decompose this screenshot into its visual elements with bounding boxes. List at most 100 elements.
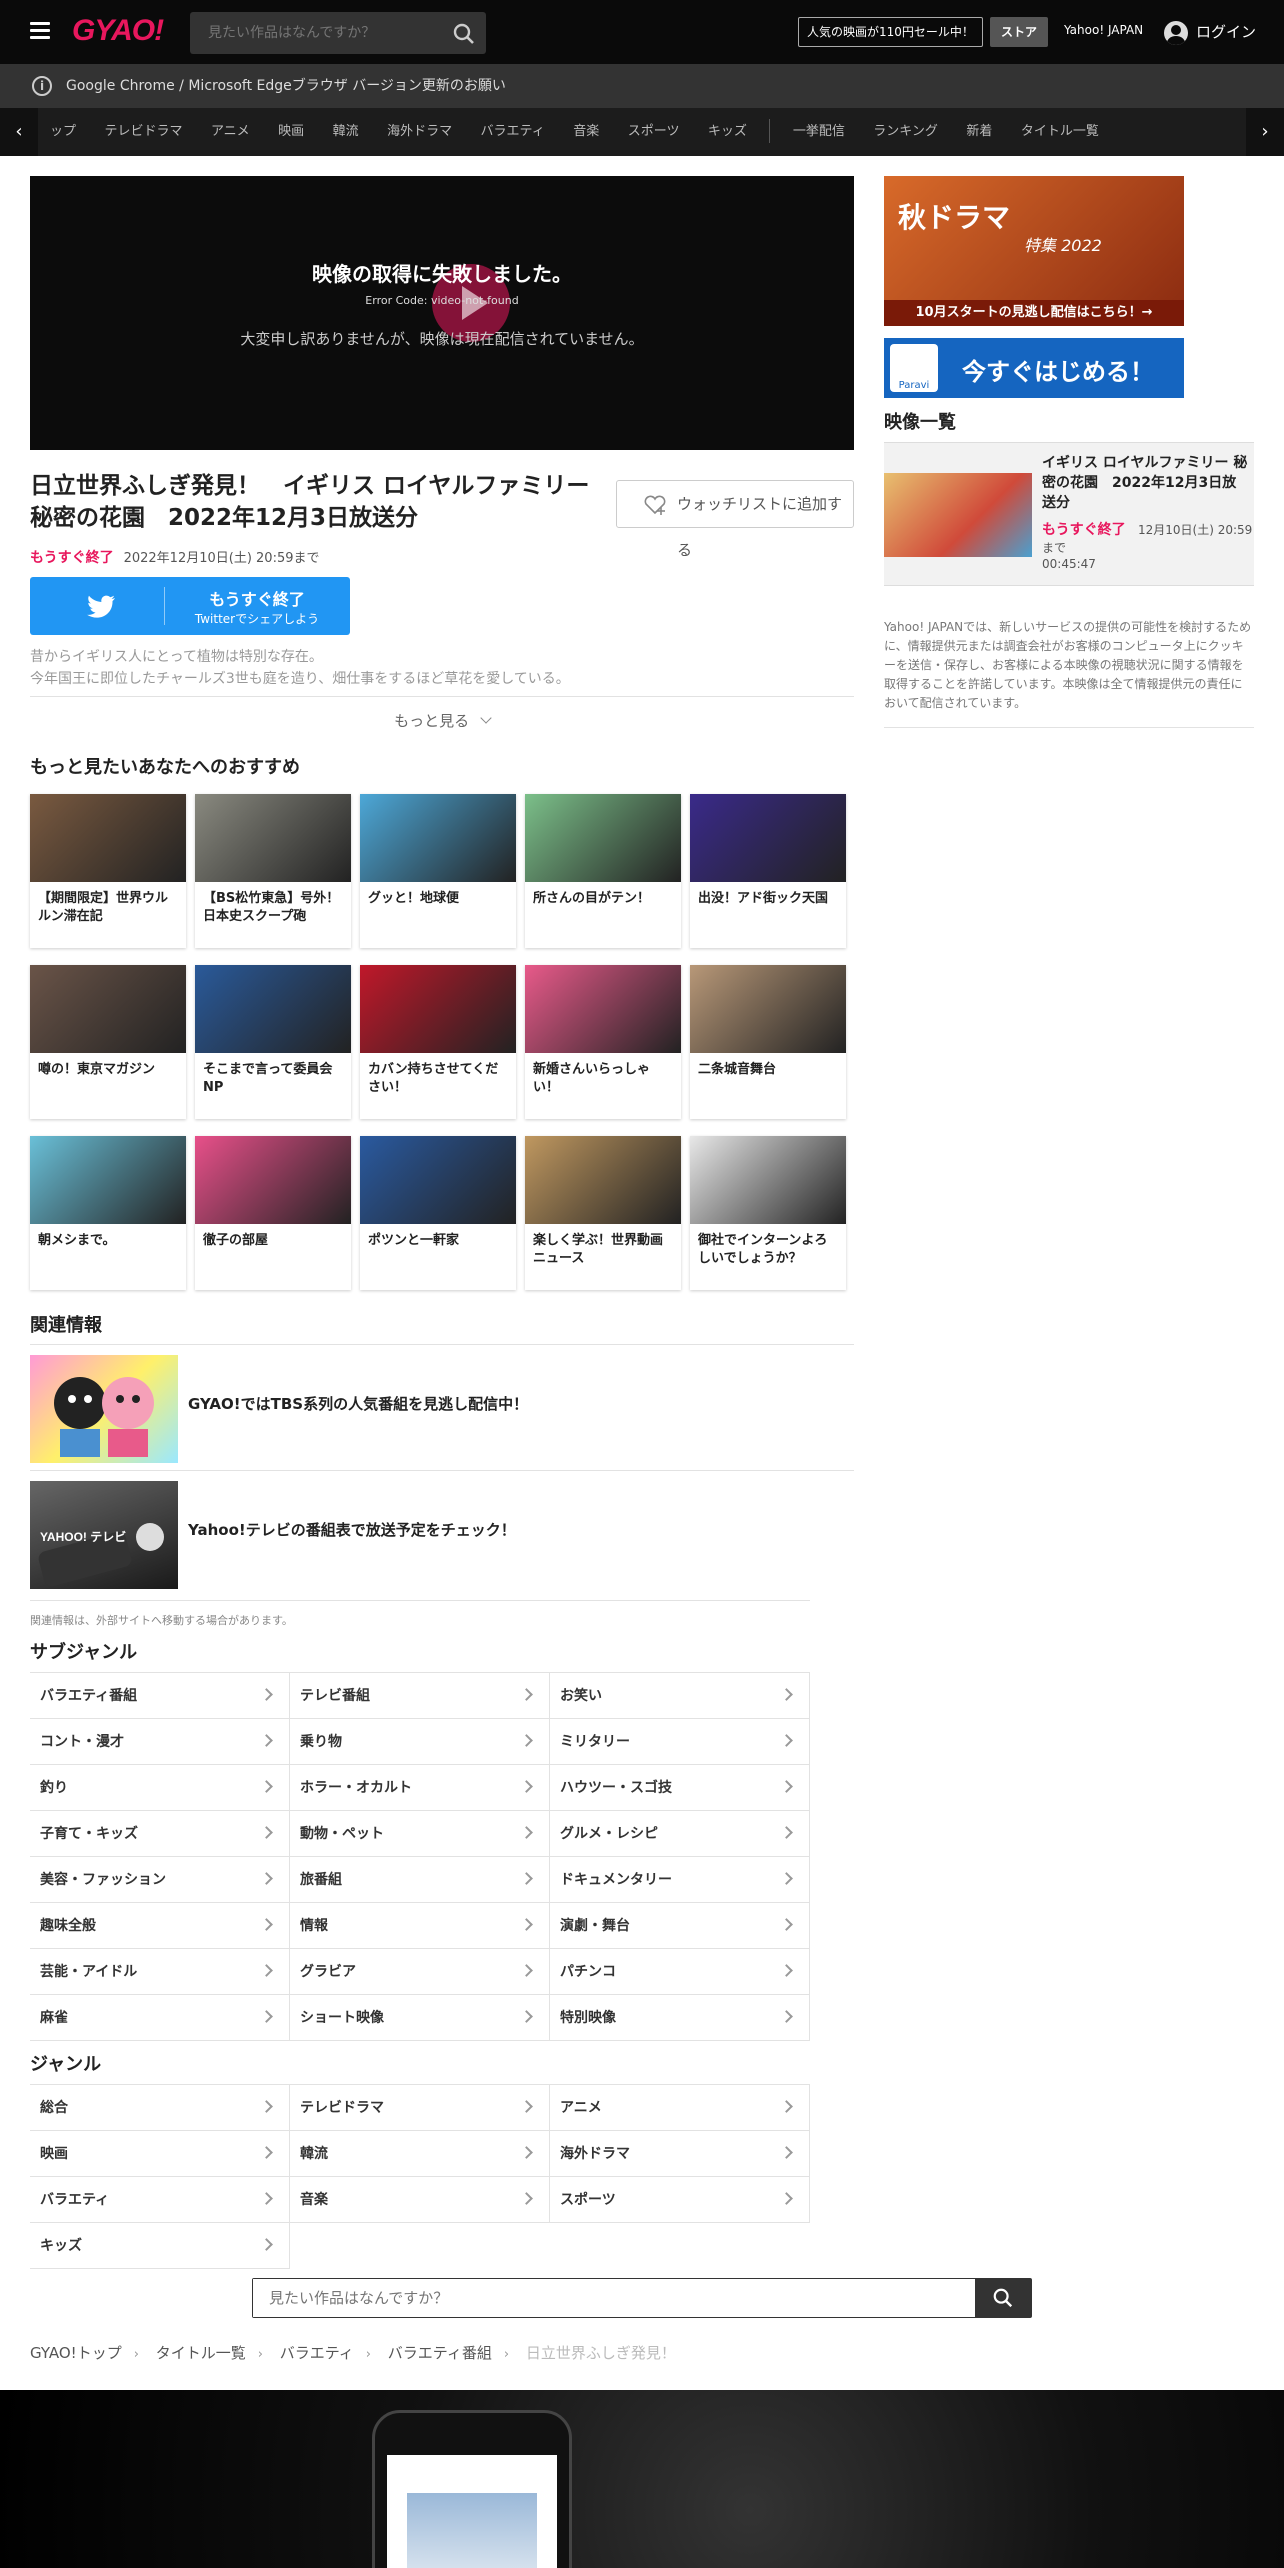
subgenre-item[interactable]: 麻雀 (30, 1995, 290, 2041)
genre-item[interactable]: 海外ドラマ (550, 2131, 810, 2177)
twitter-share-button[interactable]: もうすぐ終了 Twitterでシェアしよう (30, 577, 350, 635)
subgenre-item[interactable]: 情報 (290, 1903, 550, 1949)
subgenre-item[interactable]: グラビア (290, 1949, 550, 1995)
top-bar: GYAO! 人気の映画が110円セール中！ ストア Yahoo! JAPAN ロ… (0, 0, 1284, 64)
subgenre-item[interactable]: パチンコ (550, 1949, 810, 1995)
recommend-card[interactable]: カバン持ちさせてください！ (360, 965, 516, 1119)
subgenre-item[interactable]: 乗り物 (290, 1719, 550, 1765)
subgenre-label: 麻雀 (40, 2010, 68, 2026)
recommend-card[interactable]: 噂の！東京マガジン (30, 965, 186, 1119)
recommend-card[interactable]: 楽しく学ぶ！世界動画ニュース (525, 1136, 681, 1290)
recommend-card[interactable]: 朝メシまで。 (30, 1136, 186, 1290)
nav-item[interactable]: キッズ (696, 108, 759, 156)
nav-item[interactable]: ップ (38, 108, 88, 156)
gyao-logo[interactable]: GYAO! (72, 14, 164, 48)
subgenre-item[interactable]: ホラー・オカルト (290, 1765, 550, 1811)
subgenre-item[interactable]: ミリタリー (550, 1719, 810, 1765)
nav-item[interactable]: アニメ (199, 108, 262, 156)
breadcrumb-item[interactable]: バラエティ (280, 2342, 354, 2363)
subgenre-item[interactable]: ショート映像 (290, 1995, 550, 2041)
genre-item[interactable]: 総合 (30, 2085, 290, 2131)
more-button[interactable]: もっと見る (30, 696, 854, 744)
yahoo-japan-link[interactable]: Yahoo! JAPAN (1064, 23, 1143, 37)
nav-item[interactable]: 海外ドラマ (375, 108, 464, 156)
breadcrumb-current: 日立世界ふしぎ発見！ (525, 2344, 676, 2362)
promo-link[interactable]: 人気の映画が110円セール中！ (798, 17, 983, 47)
nav-item[interactable]: ランキング (861, 108, 950, 156)
recommend-card[interactable]: 出没！アド街ック天国 (690, 794, 846, 948)
search-icon[interactable] (452, 22, 476, 46)
recommend-card[interactable]: ポツンと一軒家 (360, 1136, 516, 1290)
subgenre-item[interactable]: 動物・ペット (290, 1811, 550, 1857)
genre-item[interactable]: テレビドラマ (290, 2085, 550, 2131)
genre-item[interactable]: スポーツ (550, 2177, 810, 2223)
subgenre-item[interactable]: 趣味全般 (30, 1903, 290, 1949)
recommend-card[interactable]: 所さんの目がテン！ (525, 794, 681, 948)
subgenre-item[interactable]: 特別映像 (550, 1995, 810, 2041)
nav-item[interactable]: 音楽 (561, 108, 611, 156)
related-item[interactable]: YAHOO! テレビ Yahoo!テレビの番組表で放送予定をチェック！ (30, 1470, 854, 1596)
subgenre-item[interactable]: お笑い (550, 1673, 810, 1719)
related-divider (30, 1600, 810, 1601)
subgenre-item[interactable]: 演劇・舞台 (550, 1903, 810, 1949)
subgenre-label: ショート映像 (300, 2010, 384, 2026)
recommend-card[interactable]: 【BS松竹東急】号外！日本史スクープ砲 (195, 794, 351, 948)
nav-item[interactable]: 韓流 (321, 108, 371, 156)
subgenre-item[interactable]: 旅番組 (290, 1857, 550, 1903)
genre-item[interactable]: 音楽 (290, 2177, 550, 2223)
subgenre-item[interactable]: ドキュメンタリー (550, 1857, 810, 1903)
subgenre-item[interactable]: バラエティ番組 (30, 1673, 290, 1719)
subgenre-item[interactable]: 子育て・キッズ (30, 1811, 290, 1857)
paravi-cta: 今すぐはじめる！ (962, 358, 1154, 386)
nav-item[interactable]: スポーツ (616, 108, 692, 156)
video-list-item[interactable]: イギリス ロイヤルファミリー 秘密の花園 2022年12月3日放送分 もうすぐ終… (884, 442, 1254, 586)
breadcrumb-item[interactable]: GYAO!トップ (30, 2342, 122, 2363)
nav-item[interactable]: 一挙配信 (781, 108, 857, 156)
subgenre-item[interactable]: 釣り (30, 1765, 290, 1811)
autumn-drama-banner[interactable]: 秋ドラマ 特集 2022 10月スタートの見逃し配信はこちら！→ (884, 176, 1184, 326)
subgenre-item[interactable]: コント・漫才 (30, 1719, 290, 1765)
nav-item[interactable]: 新着 (954, 108, 1004, 156)
recommend-card[interactable]: グッと！地球便 (360, 794, 516, 948)
recommend-thumb (195, 1136, 351, 1224)
related-title: 関連情報 (30, 1315, 102, 1336)
recommend-card[interactable]: そこまで言って委員会NP (195, 965, 351, 1119)
bottom-search-button[interactable] (975, 2279, 1031, 2317)
breadcrumb-item[interactable]: バラエティ番組 (388, 2342, 492, 2363)
recommend-card[interactable]: 【期間限定】世界ウルルン滞在記 (30, 794, 186, 948)
nav-item[interactable]: タイトル一覧 (1009, 108, 1111, 156)
store-button[interactable]: ストア (990, 17, 1048, 47)
genre-item[interactable]: バラエティ (30, 2177, 290, 2223)
search-input[interactable] (190, 12, 440, 54)
subgenre-item[interactable]: グルメ・レシピ (550, 1811, 810, 1857)
nav-next-icon[interactable]: › (1246, 108, 1284, 156)
genre-item[interactable]: アニメ (550, 2085, 810, 2131)
subgenre-item[interactable]: 芸能・アイドル (30, 1949, 290, 1995)
watchlist-button[interactable]: ウォッチリストに追加する (616, 480, 854, 559)
recommend-card[interactable]: 新婚さんいらっしゃい！ (525, 965, 681, 1119)
browser-update-notice[interactable]: i Google Chrome / Microsoft Edgeブラウザ バージ… (0, 64, 1284, 108)
recommend-card[interactable]: 二条城音舞台 (690, 965, 846, 1119)
chevron-right-icon (260, 1780, 273, 1793)
subgenre-item[interactable]: ハウツー・スゴ技 (550, 1765, 810, 1811)
genre-item[interactable]: 映画 (30, 2131, 290, 2177)
genre-item[interactable]: 韓流 (290, 2131, 550, 2177)
nav-item[interactable]: 映画 (266, 108, 316, 156)
subgenre-item[interactable]: テレビ番組 (290, 1673, 550, 1719)
nav-item[interactable]: テレビドラマ (92, 108, 194, 156)
subgenre-item[interactable]: 美容・ファッション (30, 1857, 290, 1903)
nav-prev-icon[interactable]: ‹ (0, 108, 38, 156)
login-button[interactable]: ログイン (1164, 18, 1256, 46)
bottom-search-input[interactable] (253, 2279, 973, 2317)
recommend-label: グッと！地球便 (368, 891, 460, 906)
chevron-right-icon (520, 1688, 533, 1701)
video-player[interactable]: 映像の取得に失敗しました。 Error Code: video-not-foun… (30, 176, 854, 450)
paravi-banner[interactable]: Paravi 今すぐはじめる！ (884, 338, 1184, 398)
genre-item[interactable]: キッズ (30, 2223, 290, 2269)
recommend-card[interactable]: 御社でインターンよろしいでしょうか？ (690, 1136, 846, 1290)
nav-item[interactable]: バラエティ (469, 108, 557, 156)
menu-icon[interactable] (30, 22, 50, 40)
breadcrumb-item[interactable]: タイトル一覧 (156, 2342, 246, 2363)
recommend-card[interactable]: 徹子の部屋 (195, 1136, 351, 1290)
related-item[interactable]: GYAO!ではTBS系列の人気番組を見逃し配信中！ (30, 1344, 854, 1470)
